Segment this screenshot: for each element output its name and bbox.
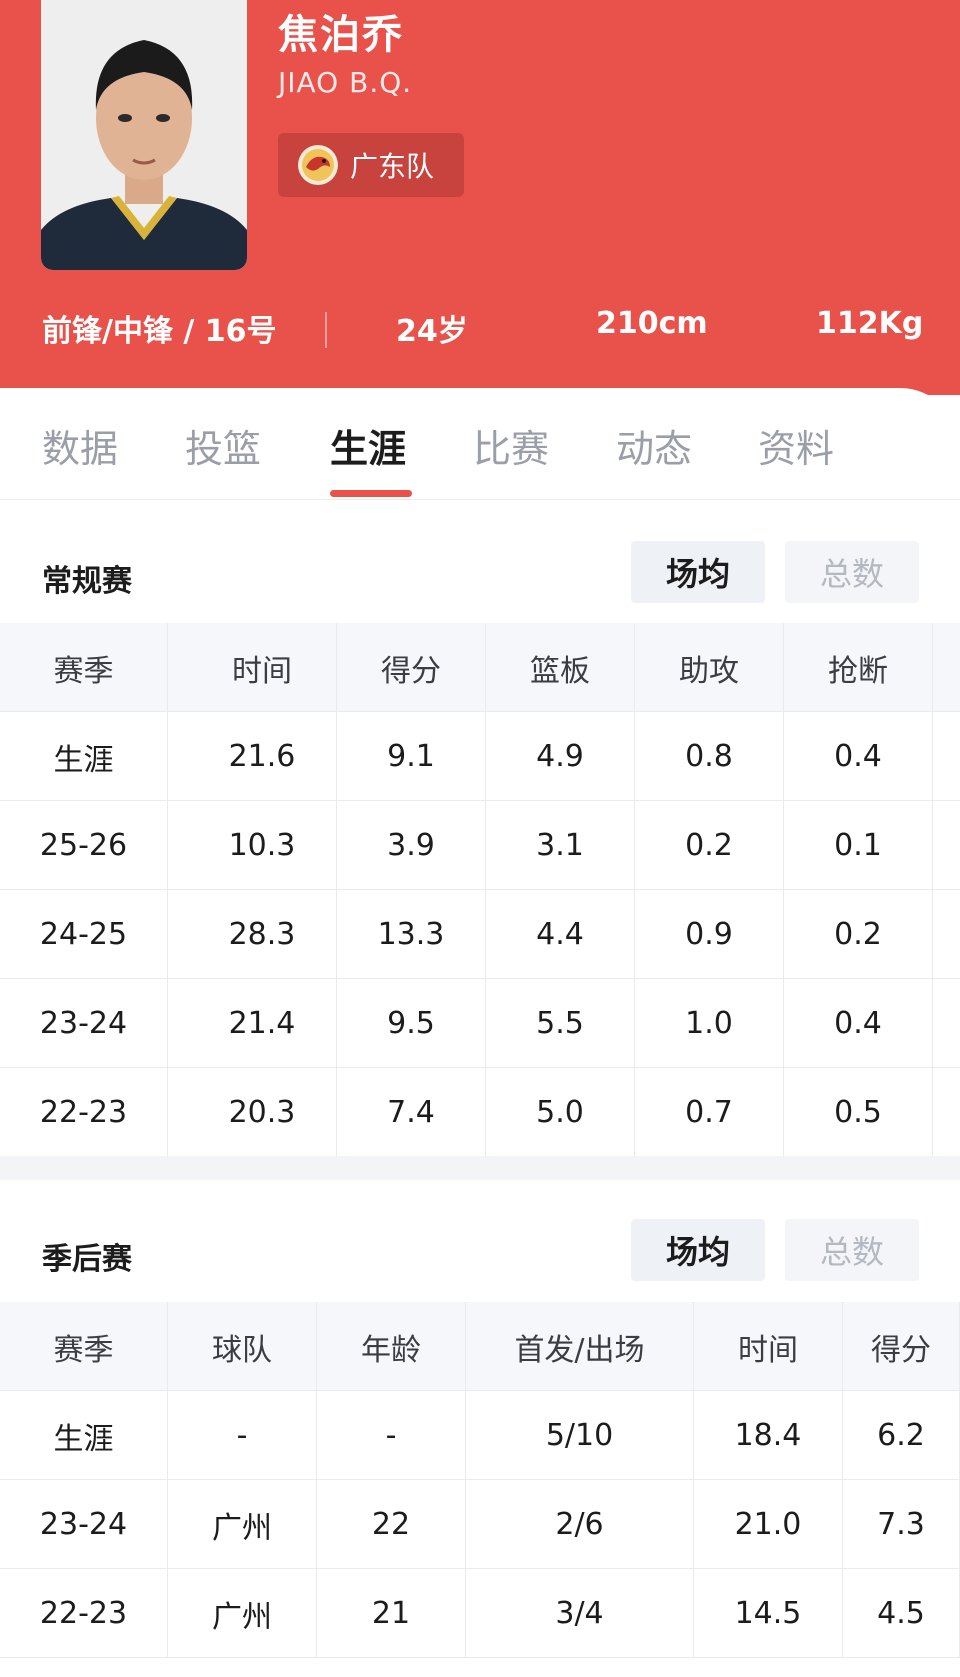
table-cell: 9.1 <box>337 712 486 801</box>
table-cell: 广州 <box>168 1480 317 1569</box>
section-gap <box>0 1156 960 1180</box>
tab-data[interactable]: 数据 <box>42 418 118 473</box>
table-header-cell: 球队 <box>168 1302 317 1391</box>
player-name-en: JIAO B.Q. <box>278 66 413 99</box>
table-header-cell: 首发/出场 <box>466 1302 694 1391</box>
table-cell: 23-24 <box>0 1480 168 1569</box>
table-cell: 3.9 <box>337 801 486 890</box>
table-cell: 生涯 <box>0 1391 168 1480</box>
table-cell: 28.3 <box>188 890 337 979</box>
table-cell: 22-23 <box>0 1068 168 1157</box>
table-cell: - <box>168 1391 317 1480</box>
team-logo-icon <box>298 145 338 185</box>
table-cell: 0.7 <box>635 1068 784 1157</box>
player-name-cn: 焦泊乔 <box>278 12 404 58</box>
table-cell: 22-23 <box>0 1569 168 1658</box>
table-cell: 21.4 <box>188 979 337 1068</box>
table-header-row: 赛季 时间 得分 篮板 助攻 抢断 <box>0 623 960 712</box>
table-header-cell: 年龄 <box>317 1302 466 1391</box>
table-cell: 4.4 <box>486 890 635 979</box>
table-header-cell: 篮板 <box>486 623 635 712</box>
table-header-row: 赛季 球队 年龄 首发/出场 时间 得分 <box>0 1302 960 1391</box>
table-cell: 7.3 <box>843 1480 960 1569</box>
table-row[interactable]: 22-23 20.3 7.4 5.0 0.7 0.5 <box>0 1068 960 1157</box>
bio-divider <box>325 312 327 348</box>
table-header-cell: 抢断 <box>784 623 933 712</box>
table-cell: 14.5 <box>694 1569 843 1658</box>
table-row[interactable]: 25-26 10.3 3.9 3.1 0.2 0.1 <box>0 801 960 890</box>
team-name: 广东队 <box>350 150 435 183</box>
table-cell: 18.4 <box>694 1391 843 1480</box>
table-row[interactable]: 23-24 广州 22 2/6 21.0 7.3 <box>0 1480 960 1569</box>
table-cell: 4.5 <box>843 1569 960 1658</box>
table-cell: 0.9 <box>635 890 784 979</box>
regular-avg-toggle[interactable]: 场均 <box>631 541 765 603</box>
table-cell: 0.5 <box>784 1068 933 1157</box>
table-cell: 生涯 <box>0 712 168 801</box>
table-cell: 4.9 <box>486 712 635 801</box>
table-cell: 5/10 <box>466 1391 694 1480</box>
player-weight: 112Kg <box>816 306 924 341</box>
table-cell: 2/6 <box>466 1480 694 1569</box>
table-cell: 3/4 <box>466 1569 694 1658</box>
table-row[interactable]: 生涯 21.6 9.1 4.9 0.8 0.4 <box>0 712 960 801</box>
player-height: 210cm <box>596 306 708 341</box>
table-cell: 21 <box>317 1569 466 1658</box>
regular-season-title: 常规赛 <box>42 564 132 599</box>
playoffs-title: 季后赛 <box>42 1242 132 1277</box>
table-cell: 20.3 <box>188 1068 337 1157</box>
table-cell: 10.3 <box>188 801 337 890</box>
table-cell: 0.4 <box>784 712 933 801</box>
tab-shooting[interactable]: 投篮 <box>185 418 261 473</box>
player-photo <box>41 0 247 270</box>
table-cell: 0.4 <box>784 979 933 1068</box>
tab-news[interactable]: 动态 <box>616 418 692 473</box>
table-cell: 25-26 <box>0 801 168 890</box>
table-cell: 7.4 <box>337 1068 486 1157</box>
tab-games[interactable]: 比赛 <box>473 418 549 473</box>
table-header-cell: 时间 <box>188 623 337 712</box>
table-cell: 0.8 <box>635 712 784 801</box>
playoffs-total-toggle[interactable]: 总数 <box>785 1219 919 1281</box>
table-header-cell: 赛季 <box>0 1302 168 1391</box>
table-cell: 13.3 <box>337 890 486 979</box>
table-row[interactable]: 生涯 - -5/10 18.4 6.2 <box>0 1391 960 1480</box>
table-cell: 24-25 <box>0 890 168 979</box>
player-header: 焦泊乔 JIAO B.Q. 广东队 前锋/中锋 / 16号 24岁 210cm … <box>0 0 960 395</box>
table-cell: 广州 <box>168 1569 317 1658</box>
position-number: 前锋/中锋 / 16号 <box>42 314 277 349</box>
table-cell: 0.1 <box>784 801 933 890</box>
active-tab-indicator <box>330 490 412 497</box>
table-header-cell: 助攻 <box>635 623 784 712</box>
table-cell: 22 <box>317 1480 466 1569</box>
table-header-cell: 得分 <box>843 1302 960 1391</box>
table-cell: 5.5 <box>486 979 635 1068</box>
table-header-cell: 赛季 <box>0 623 168 712</box>
table-cell: 6.2 <box>843 1391 960 1480</box>
table-cell: 9.5 <box>337 979 486 1068</box>
table-cell: 1.0 <box>635 979 784 1068</box>
playoffs-avg-toggle[interactable]: 场均 <box>631 1219 765 1281</box>
table-cell: 3.1 <box>486 801 635 890</box>
table-row[interactable]: 22-23 广州 21 3/4 14.5 4.5 <box>0 1569 960 1658</box>
table-row[interactable]: 24-25 28.3 13.3 4.4 0.9 0.2 <box>0 890 960 979</box>
table-row[interactable]: 23-24 21.4 9.5 5.5 1.0 0.4 <box>0 979 960 1068</box>
tab-bar: 数据 投篮 生涯 比赛 动态 资料 <box>0 388 960 500</box>
tab-profile[interactable]: 资料 <box>758 418 834 473</box>
tab-career[interactable]: 生涯 <box>330 418 406 473</box>
table-cell: - <box>317 1391 466 1480</box>
regular-total-toggle[interactable]: 总数 <box>785 541 919 603</box>
table-cell: 5.0 <box>486 1068 635 1157</box>
player-portrait-image <box>41 0 247 270</box>
team-badge[interactable]: 广东队 <box>278 133 464 197</box>
player-age: 24岁 <box>396 314 468 349</box>
table-header-cell: 得分 <box>337 623 486 712</box>
table-cell: 0.2 <box>784 890 933 979</box>
table-header-cell: 时间 <box>694 1302 843 1391</box>
table-cell: 23-24 <box>0 979 168 1068</box>
table-cell: 0.2 <box>635 801 784 890</box>
table-cell: 21.6 <box>188 712 337 801</box>
table-cell: 21.0 <box>694 1480 843 1569</box>
